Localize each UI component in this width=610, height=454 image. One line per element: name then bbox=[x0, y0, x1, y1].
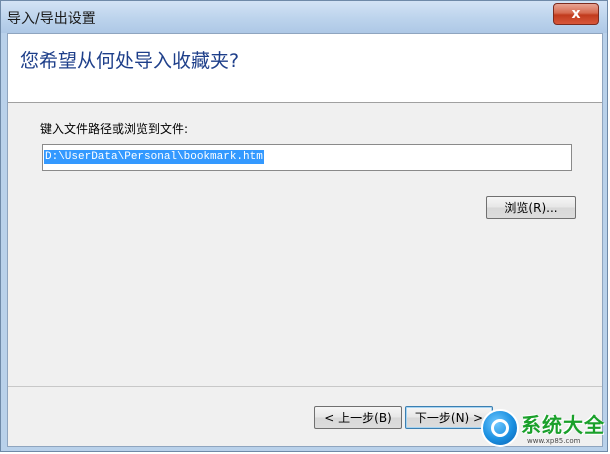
watermark-brand: 系统大全 bbox=[521, 413, 605, 437]
dialog-body: 您希望从何处导入收藏夹? 键入文件路径或浏览到文件: D:\UserData\P… bbox=[7, 33, 603, 447]
watermark: 系统大全 www.xp85.com bbox=[479, 405, 609, 453]
footer-divider bbox=[8, 386, 602, 387]
window-title: 导入/导出设置 bbox=[7, 11, 96, 27]
file-path-value[interactable]: D:\UserData\Personal\bookmark.htm bbox=[44, 150, 264, 164]
close-button[interactable]: x bbox=[553, 3, 599, 25]
path-label: 键入文件路径或浏览到文件: bbox=[40, 122, 189, 136]
browse-button[interactable]: 浏览(R)... bbox=[486, 196, 576, 219]
title-bar[interactable]: 导入/导出设置 x bbox=[1, 1, 607, 33]
header-panel: 您希望从何处导入收藏夹? bbox=[8, 34, 602, 103]
logo-ring-icon bbox=[491, 419, 509, 437]
globe-logo-icon bbox=[481, 409, 519, 447]
watermark-url: www.xp85.com bbox=[527, 437, 581, 445]
close-icon: x bbox=[571, 6, 581, 22]
page-heading: 您希望从何处导入收藏夹? bbox=[20, 50, 240, 72]
file-path-input[interactable]: D:\UserData\Personal\bookmark.htm bbox=[42, 144, 572, 171]
import-export-dialog: 导入/导出设置 x 您希望从何处导入收藏夹? 键入文件路径或浏览到文件: D:\… bbox=[0, 0, 608, 452]
back-button[interactable]: < 上一步(B) bbox=[314, 406, 402, 429]
